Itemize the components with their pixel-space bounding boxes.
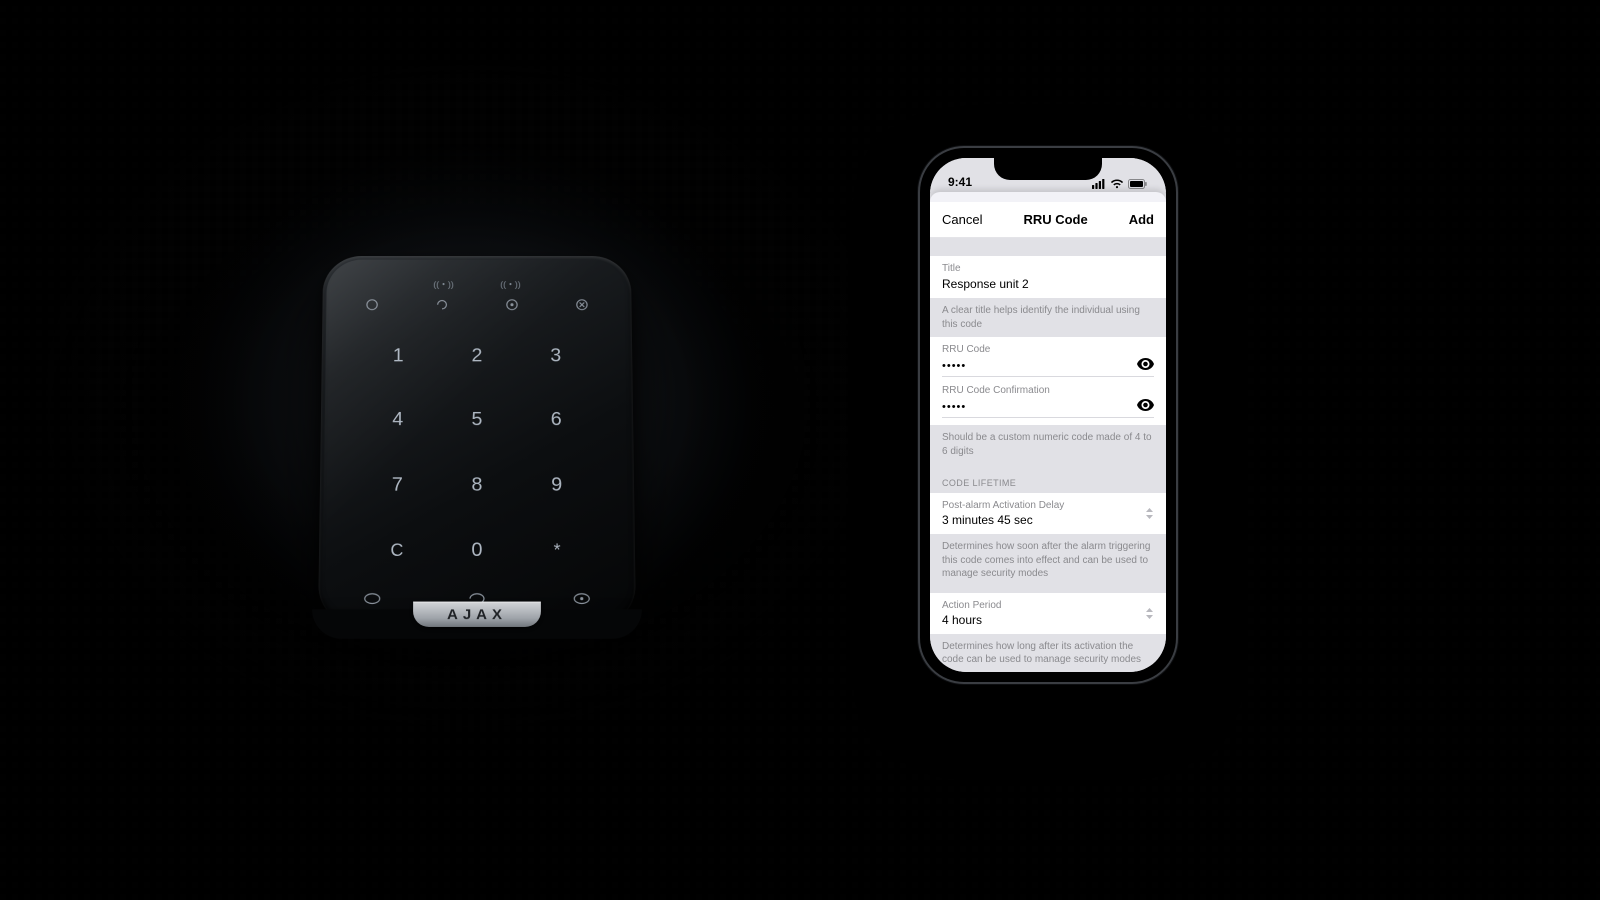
cancel-button[interactable]: Cancel	[942, 212, 982, 227]
delay-label: Post-alarm Activation Delay	[942, 500, 1064, 511]
modal-sheet-grabber	[930, 192, 1166, 202]
keypad-key-7[interactable]: 7	[357, 453, 437, 518]
keypad-key-5[interactable]: 5	[437, 388, 516, 453]
background-crater	[0, 0, 1600, 900]
ajax-keypad-device: ((●)) ((●)) 1 2 3 4 5 6 7 8 9 C 0 *	[318, 256, 636, 625]
phone-frame: 9:41 Cancel RRU Code Add Title Response …	[920, 148, 1176, 682]
keypad-key-clear[interactable]: C	[356, 518, 437, 584]
action-period-hint: Determines how long after its activation…	[930, 634, 1166, 673]
action-period-value: 4 hours	[942, 613, 1001, 627]
status-led-arc-icon	[435, 298, 449, 311]
cellular-icon	[1092, 179, 1106, 189]
code-confirm-label: RRU Code Confirmation	[942, 385, 1154, 396]
action-period-selector[interactable]: Action Period 4 hours	[930, 593, 1166, 634]
status-led-x-icon	[575, 298, 589, 311]
action-period-label: Action Period	[942, 600, 1001, 611]
keypad-brand-plate: AJAX	[413, 602, 541, 627]
title-field-value[interactable]: Response unit 2	[942, 277, 1029, 291]
delay-hint: Determines how soon after the alarm trig…	[930, 534, 1166, 587]
reveal-code-icon[interactable]	[1137, 358, 1154, 373]
delay-selector[interactable]: Post-alarm Activation Delay 3 minutes 45…	[930, 493, 1166, 534]
keypad-key-1[interactable]: 1	[359, 324, 438, 388]
keypad-key-8[interactable]: 8	[437, 453, 517, 518]
keypad-rf-indicators: ((●)) ((●))	[360, 280, 595, 289]
code-field-value[interactable]: •••••	[942, 360, 966, 372]
lifetime-section-header: CODE LIFETIME	[930, 464, 1166, 493]
keypad-key-6[interactable]: 6	[516, 388, 596, 453]
code-field-hint: Should be a custom numeric code made of …	[930, 425, 1166, 464]
rf-left-icon: ((●))	[433, 280, 453, 289]
modal-header: Cancel RRU Code Add	[930, 202, 1166, 238]
delay-value: 3 minutes 45 sec	[942, 513, 1064, 527]
keypad-key-9[interactable]: 9	[517, 453, 597, 518]
keypad-key-0[interactable]: 0	[437, 518, 517, 584]
modal-title: RRU Code	[1023, 212, 1087, 227]
wifi-icon	[1110, 179, 1124, 189]
code-field-label: RRU Code	[942, 344, 1154, 355]
status-led-target-icon	[505, 298, 519, 311]
status-led-circle-icon	[365, 298, 379, 311]
title-field-card[interactable]: Title Response unit 2	[930, 256, 1166, 298]
keypad-key-star[interactable]: *	[517, 518, 598, 584]
keypad-key-4[interactable]: 4	[358, 388, 438, 453]
add-button[interactable]: Add	[1129, 212, 1154, 227]
keypad-fn-target-icon[interactable]	[572, 592, 592, 606]
title-field-label: Title	[942, 263, 1154, 274]
code-confirm-value[interactable]: •••••	[942, 401, 966, 413]
selector-chevron-icon	[1145, 508, 1154, 519]
rf-right-icon: ((●))	[500, 280, 520, 289]
reveal-code-confirm-icon[interactable]	[1137, 399, 1154, 414]
battery-icon	[1128, 179, 1148, 189]
phone-notch	[994, 158, 1102, 180]
modal-scroll-body[interactable]: Title Response unit 2 A clear title help…	[930, 238, 1166, 672]
status-time: 9:41	[948, 175, 972, 189]
keypad-key-2[interactable]: 2	[438, 324, 517, 388]
selector-chevron-icon	[1145, 608, 1154, 619]
keypad-fn-circle-icon[interactable]	[362, 592, 382, 606]
keypad-key-3[interactable]: 3	[516, 324, 595, 388]
title-field-hint: A clear title helps identify the individ…	[930, 298, 1166, 337]
